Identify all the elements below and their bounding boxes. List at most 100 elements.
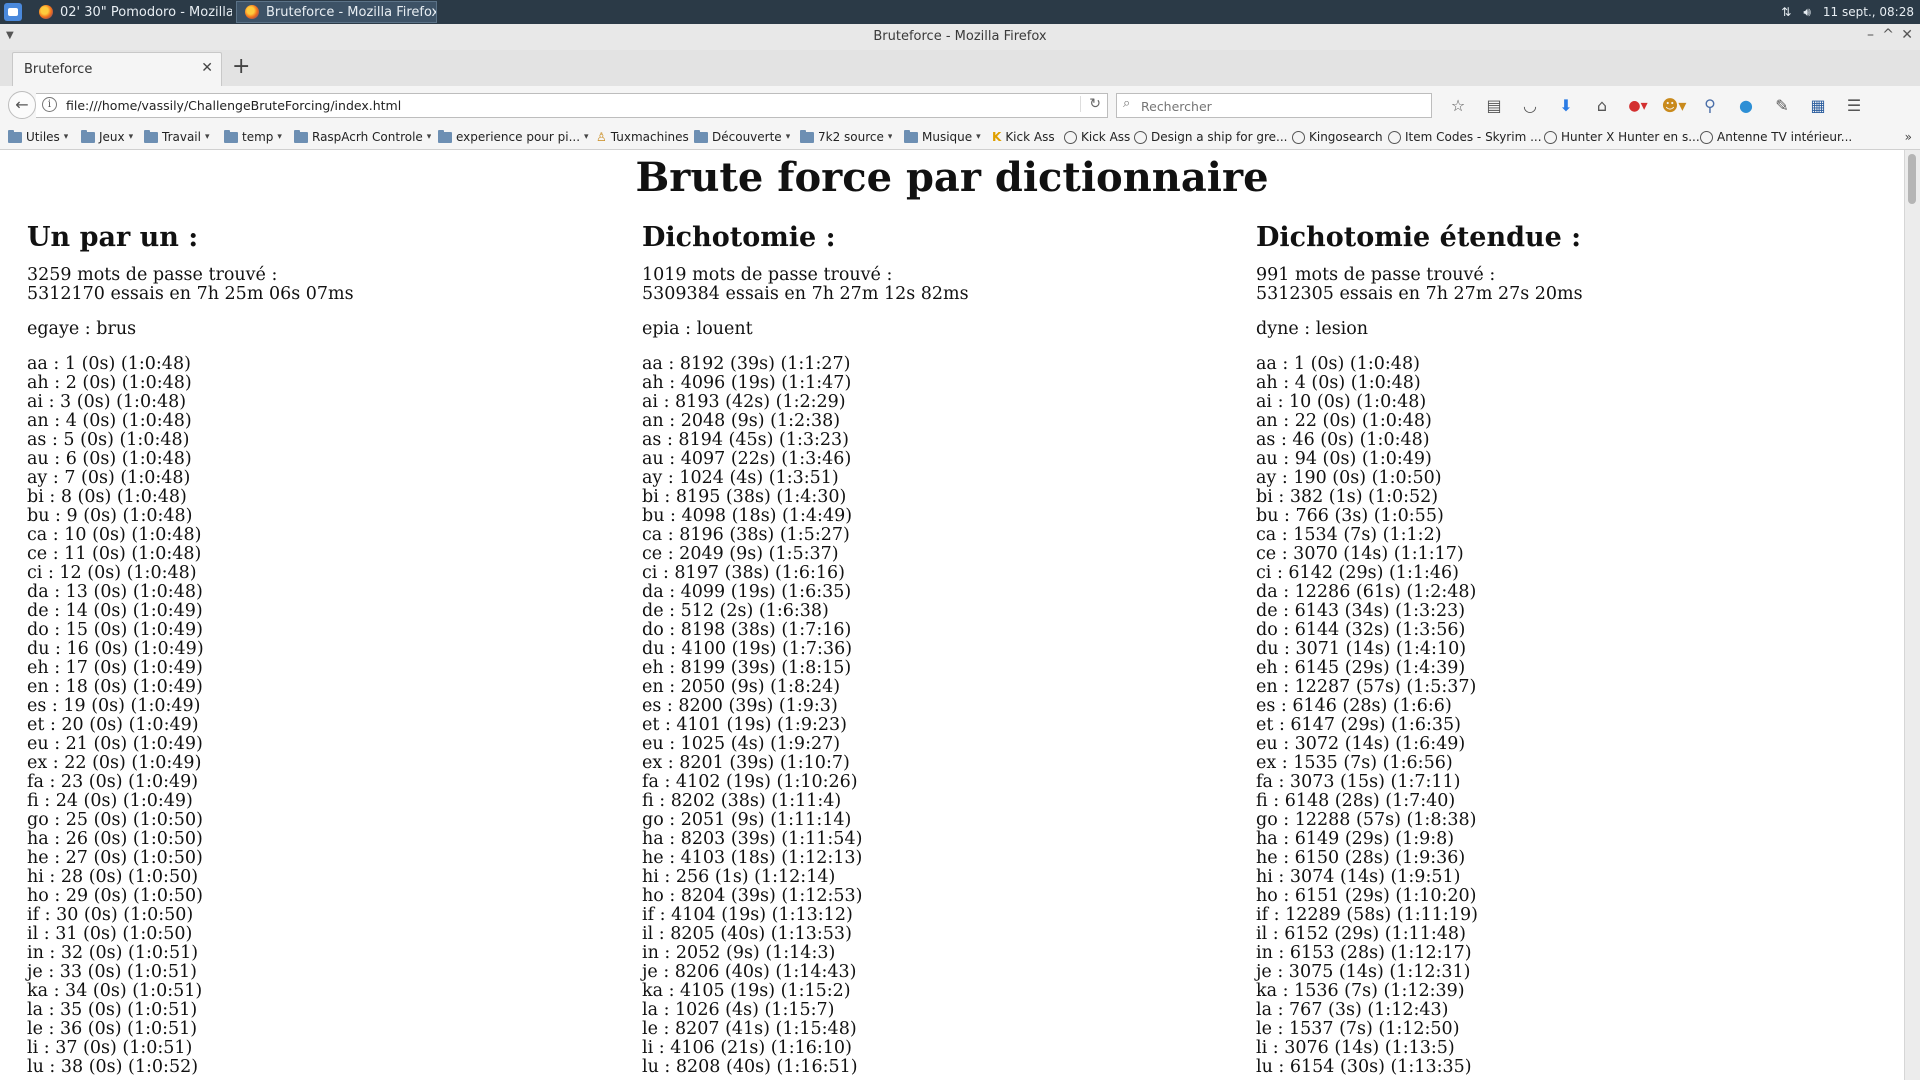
results-list: aa : 8192 (39s) (1:1:27) ah : 4096 (19s) … [642,355,1202,1077]
list-item: ah : 4 (0s) (1:0:48) [1256,373,1421,393]
search-input[interactable] [1139,96,1423,117]
list-item: da : 12286 (61s) (1:2:48) [1256,582,1477,602]
stats-block: 1019 mots de passe trouvé : 5309384 essa… [642,266,1202,304]
chevron-down-icon: ▾ [128,132,134,142]
bookmark-folder[interactable]: Jeux ▾ [81,130,133,144]
reload-icon[interactable]: ↻ [1080,96,1101,112]
info-icon[interactable]: i [42,97,57,112]
list-item: le : 36 (0s) (1:0:51) [27,1019,198,1039]
folder-icon [800,130,814,143]
extension-icon[interactable]: ⚲ [1692,95,1728,117]
back-button[interactable]: ← [8,91,36,119]
tab-bruteforce[interactable]: Bruteforce ✕ [12,52,222,86]
reading-list-icon[interactable]: ▤ [1476,95,1512,117]
bookmark-folder[interactable]: RaspAcrh Controle ▾ [294,130,431,144]
list-item: ha : 8203 (39s) (1:11:54) [642,829,863,849]
bookmark-link[interactable]: Design a ship for gre... [1134,130,1287,144]
search-icon: ⌕ [1123,96,1131,111]
list-item: ai : 10 (0s) (1:0:48) [1256,392,1427,412]
bookmark-folder[interactable]: Utiles ▾ [8,130,68,144]
column-heading: Dichotomie : [642,222,836,253]
list-item: la : 767 (3s) (1:12:43) [1256,1000,1449,1020]
bookmark-link[interactable]: Item Codes - Skyrim ... [1388,130,1542,144]
bookmark-folder[interactable]: 7k2 source ▾ [800,130,892,144]
adblock-icon[interactable]: ●▾ [1620,95,1656,117]
chevron-down-icon: ▾ [976,132,981,142]
clock[interactable]: 11 sept., 08:28 [1823,5,1914,19]
bookmark-link[interactable]: Kingosearch [1292,130,1383,144]
list-item: do : 8198 (38s) (1:7:16) [642,620,852,640]
taskbar-item-pomodoro[interactable]: 02' 30" Pomodoro - Mozilla F... [30,1,233,23]
taskbar-item-bruteforce[interactable]: Bruteforce - Mozilla Firefox [236,1,437,23]
home-icon[interactable]: ⌂ [1584,95,1620,117]
vertical-scrollbar[interactable] [1904,150,1920,1080]
app-menu-icon[interactable] [4,3,22,21]
list-item: ca : 1534 (7s) (1:1:2) [1256,525,1442,545]
eyedropper-icon[interactable]: ✎ [1764,95,1800,117]
bookmark-folder[interactable]: experience pour pi... ▾ [438,130,589,144]
list-item: eu : 1025 (4s) (1:9:27) [642,734,841,754]
new-tab-button[interactable]: + [232,54,250,79]
list-item: de : 14 (0s) (1:0:49) [27,601,203,621]
bookmark-folder[interactable]: temp ▾ [224,130,282,144]
list-item: he : 27 (0s) (1:0:50) [27,848,203,868]
list-item: ai : 8193 (42s) (1:2:29) [642,392,846,412]
list-item: hi : 3074 (14s) (1:9:51) [1256,867,1461,887]
bookmark-label: Travail [162,130,201,144]
more-bookmarks-icon[interactable]: » [1905,130,1912,144]
list-item: do : 6144 (32s) (1:3:56) [1256,620,1466,640]
bookmark-link[interactable]: Antenne TV intérieur... [1700,130,1852,144]
pocket-icon[interactable]: ◡ [1512,95,1548,117]
bookmark-link[interactable]: K Kick Ass [992,130,1055,144]
list-item: an : 22 (0s) (1:0:48) [1256,411,1432,431]
page-content: Brute force par dictionnaire Un par un :… [0,150,1904,1080]
volume-icon[interactable]: 🔊︎ [1803,5,1811,20]
results-list: aa : 1 (0s) (1:0:48) ah : 2 (0s) (1:0:48)… [27,355,587,1077]
found-count: 3259 mots de passe trouvé : [27,265,278,285]
list-item: ex : 8201 (39s) (1:10:7) [642,753,850,773]
list-item: ha : 26 (0s) (1:0:50) [27,829,203,849]
bookmark-folder[interactable]: Musique ▾ [904,130,981,144]
close-window-icon[interactable]: ✕ [1901,27,1913,43]
bookmark-folder[interactable]: Travail ▾ [144,130,210,144]
web-developer-icon[interactable]: ▦ [1800,95,1836,117]
list-item: hi : 256 (1s) (1:12:14) [642,867,836,887]
list-item: in : 32 (0s) (1:0:51) [27,943,199,963]
scrollbar-thumb[interactable] [1908,154,1916,204]
maximize-icon[interactable]: ^ [1882,27,1894,43]
bookmark-label: Utiles [26,130,60,144]
list-item: ay : 1024 (4s) (1:3:51) [642,468,839,488]
list-item: ka : 34 (0s) (1:0:51) [27,981,203,1001]
menu-icon[interactable]: ☰ [1836,95,1872,117]
bookmark-link[interactable]: Kick Ass [1064,130,1130,144]
drop-icon[interactable]: ● [1728,95,1764,117]
list-item: li : 3076 (14s) (1:13:5) [1256,1038,1455,1058]
list-item: es : 6146 (28s) (1:6:6) [1256,696,1452,716]
bookmark-link[interactable]: Hunter X Hunter en s... [1544,130,1700,144]
list-item: ca : 8196 (38s) (1:5:27) [642,525,850,545]
list-item: la : 35 (0s) (1:0:51) [27,1000,198,1020]
url-text[interactable]: file:///home/vassily/ChallengeBruteForci… [66,98,401,113]
greasemonkey-icon[interactable]: ☻▾ [1656,95,1692,117]
network-icon[interactable]: ⇅ [1781,5,1791,19]
list-item: lu : 6154 (30s) (1:13:35) [1256,1057,1472,1077]
current-pair: egaye : brus [27,319,137,339]
bookmark-link[interactable]: ♙ Tuxmachines [596,130,689,144]
list-item: ca : 10 (0s) (1:0:48) [27,525,202,545]
list-item: il : 8205 (40s) (1:13:53) [642,924,852,944]
list-item: je : 8206 (40s) (1:14:43) [642,962,857,982]
list-item: ay : 7 (0s) (1:0:48) [27,468,191,488]
download-icon[interactable]: ⬇ [1548,95,1584,117]
bookmark-label: Kingosearch [1309,130,1383,144]
search-bar[interactable]: ⌕ [1116,93,1432,118]
bookmark-folder[interactable]: Découverte ▾ [694,130,790,144]
list-item: et : 4101 (19s) (1:9:23) [642,715,847,735]
column-dichotomie-etendue: Dichotomie étendue : 991 mots de passe t… [1256,222,1816,1077]
url-bar[interactable]: i file:///home/vassily/ChallengeBruteFor… [36,93,1108,118]
close-tab-icon[interactable]: ✕ [201,60,213,76]
bookmark-star-icon[interactable]: ☆ [1440,95,1476,117]
minimize-icon[interactable]: – [1867,27,1874,43]
list-item: ho : 8204 (39s) (1:12:53) [642,886,863,906]
bookmark-label: Kick Ass [1081,130,1131,144]
stats-block: 3259 mots de passe trouvé : 5312170 essa… [27,266,587,304]
